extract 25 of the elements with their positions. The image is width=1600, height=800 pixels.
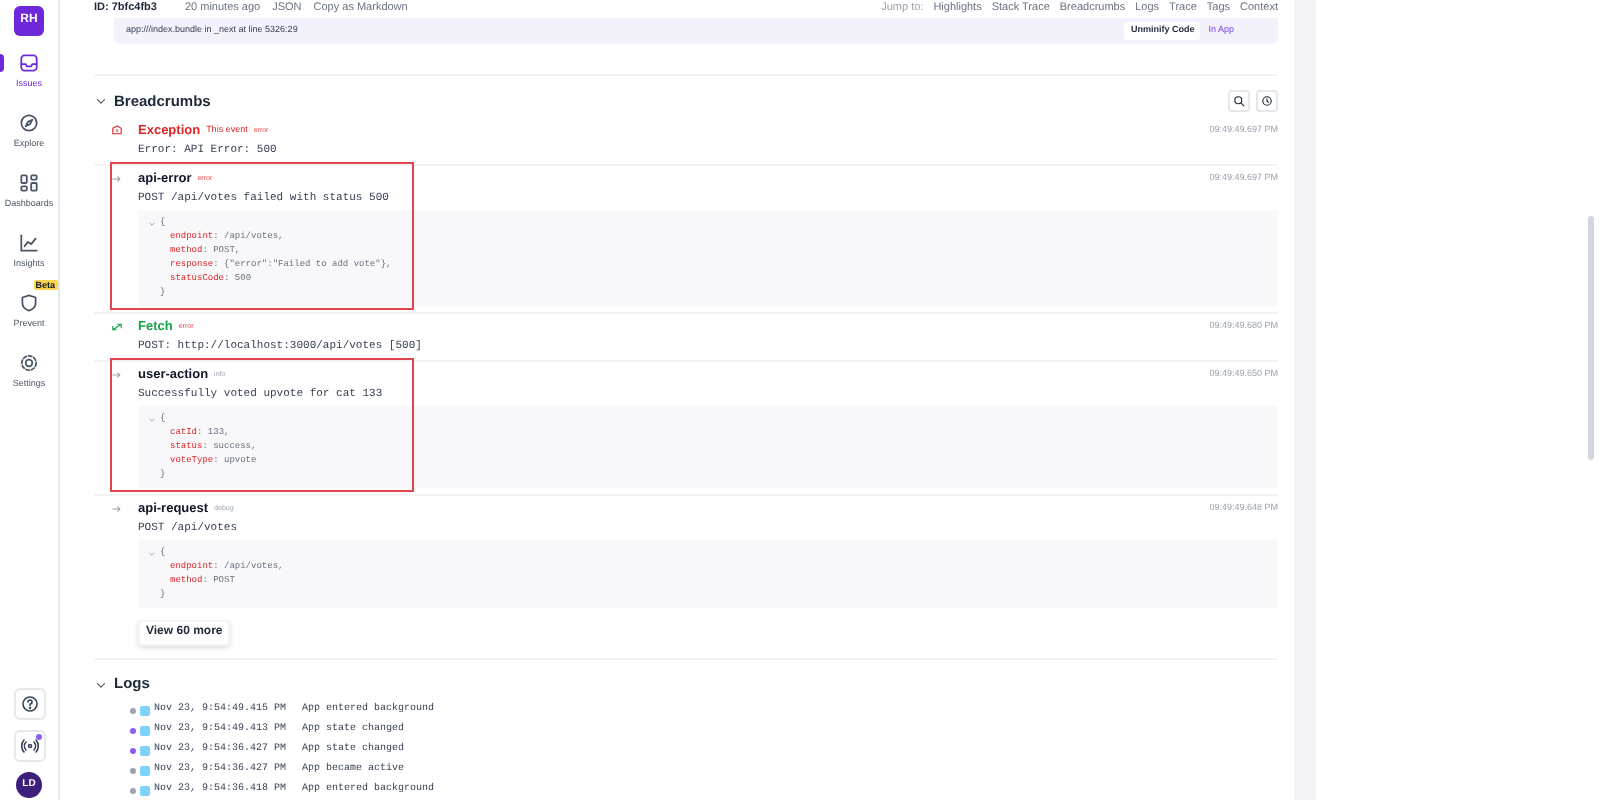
search-button[interactable] <box>1228 90 1250 112</box>
scrollbar-thumb[interactable] <box>1588 216 1594 460</box>
search-icon <box>1232 94 1246 108</box>
active-indicator <box>0 54 3 72</box>
caret-icon <box>148 219 156 227</box>
caret-icon <box>148 415 156 423</box>
arrow-icon <box>109 172 123 186</box>
settings-icon <box>18 352 40 374</box>
arrows-icon <box>109 320 123 334</box>
compass-icon <box>18 112 40 134</box>
broadcast-button[interactable] <box>13 730 45 762</box>
broadcast-icon <box>19 736 39 756</box>
inbox-icon <box>18 52 40 74</box>
grid-icon <box>18 172 40 194</box>
chart-icon <box>18 232 40 254</box>
shield-icon <box>18 292 40 314</box>
caret-icon <box>148 549 156 557</box>
arrow-icon <box>109 368 123 382</box>
help-icon <box>19 694 39 714</box>
help-button[interactable] <box>13 688 45 720</box>
chevron-down-icon <box>94 94 108 108</box>
arrow-icon <box>109 502 123 516</box>
clock-icon <box>1260 94 1274 108</box>
chevron-down-icon <box>94 677 108 691</box>
clock-button[interactable] <box>1256 90 1278 112</box>
